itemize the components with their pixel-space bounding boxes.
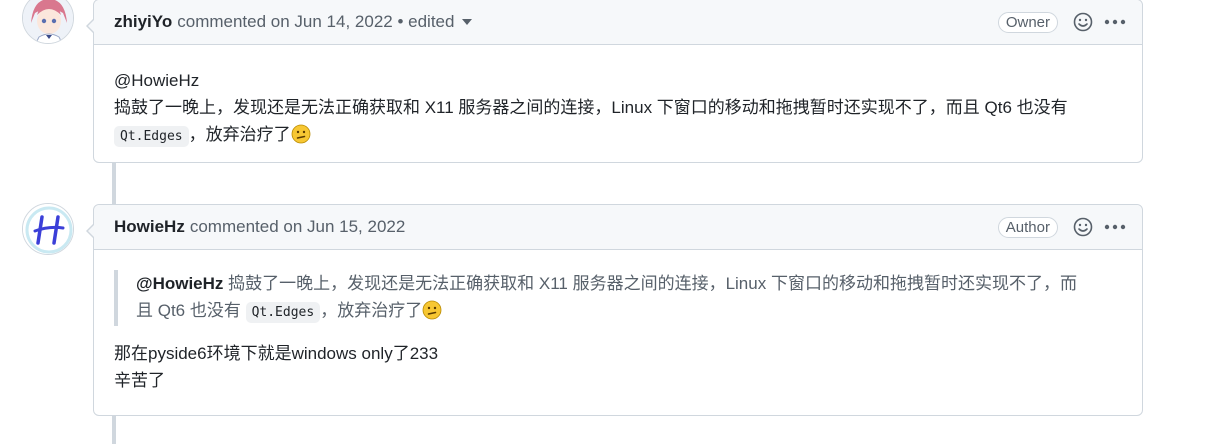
chevron-down-icon[interactable]	[462, 19, 473, 25]
quote-block: @HowieHz 捣鼓了一晚上，发现还是无法正确获取和 X11 服务器之间的连接…	[114, 270, 1122, 326]
quote-text: 捣鼓了一晚上，发现还是无法正确获取和 X11 服务器之间的连接，Linux 下窗…	[223, 274, 1077, 293]
comment-card: HowieHz commented on Jun 15, 2022 Author…	[86, 204, 1143, 416]
inline-code: Qt.Edges	[114, 126, 189, 147]
avatar[interactable]	[22, 203, 74, 255]
comment-text-line: ，放弃治疗了	[188, 125, 291, 144]
confused-face-icon	[422, 300, 442, 320]
quote-text: 且 Qt6 也没有	[136, 301, 246, 320]
mention-link[interactable]: @HowieHz	[114, 67, 1122, 94]
confused-face-icon	[291, 124, 311, 144]
comment-meta[interactable]: commented on Jun 14, 2022 • edited	[177, 12, 454, 32]
kebab-horizontal-icon[interactable]	[1104, 11, 1126, 33]
kebab-horizontal-icon[interactable]	[1104, 216, 1126, 238]
role-badge: Owner	[997, 11, 1058, 33]
comment-text: 那在pyside6环境下就是windows only了233	[114, 344, 439, 363]
quote-text: ，放弃治疗了	[320, 301, 423, 320]
letter-h-logo-icon	[23, 204, 73, 254]
inline-code: Qt.Edges	[245, 302, 321, 323]
timeline-connector	[112, 414, 116, 444]
comment-meta[interactable]: commented on Jun 15, 2022	[190, 217, 405, 237]
comment-header: zhiyiYo commented on Jun 14, 2022 • edit…	[94, 0, 1142, 45]
comment-text: 辛苦了	[114, 371, 165, 390]
comment-body: @HowieHz 捣鼓了一晚上，发现还是无法正确获取和 X11 服务器之间的连接…	[94, 250, 1142, 414]
comment-card: zhiyiYo commented on Jun 14, 2022 • edit…	[86, 0, 1143, 163]
role-badge: Author	[997, 216, 1058, 238]
comment-author[interactable]: HowieHz	[114, 217, 185, 237]
comment-text-line: 捣鼓了一晚上，发现还是无法正确获取和 X11 服务器之间的连接，Linux 下窗…	[114, 98, 1068, 117]
mention-link[interactable]: @HowieHz	[136, 274, 223, 293]
comment-body: @HowieHz 捣鼓了一晚上，发现还是无法正确获取和 X11 服务器之间的连接…	[94, 45, 1142, 170]
comment-author[interactable]: zhiyiYo	[114, 12, 172, 32]
smiley-icon[interactable]	[1072, 11, 1094, 33]
comment-text: 捣鼓了一晚上，发现还是无法正确获取和 X11 服务器之间的连接，Linux 下窗…	[114, 94, 1122, 150]
smiley-icon[interactable]	[1072, 216, 1094, 238]
anime-avatar-icon	[23, 0, 73, 43]
comment-header: HowieHz commented on Jun 15, 2022 Author	[94, 205, 1142, 250]
avatar[interactable]	[22, 0, 74, 44]
